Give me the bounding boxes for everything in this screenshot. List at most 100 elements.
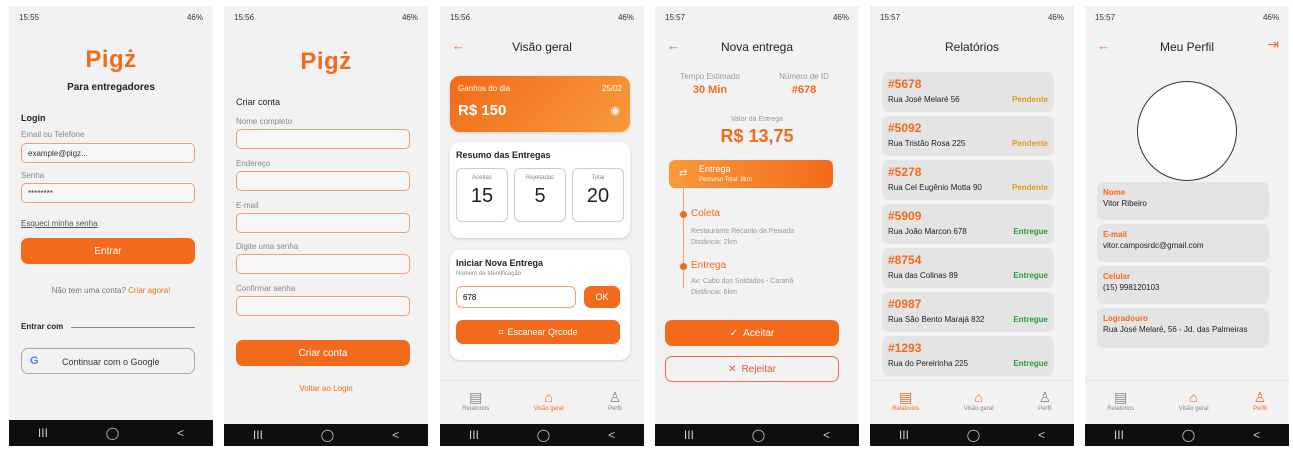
- page-title: Relatórios: [944, 40, 1000, 54]
- status-bar: 15:57 46%: [870, 6, 1074, 28]
- email-label: Email ou Telefone: [21, 130, 85, 139]
- report-id: #5278: [888, 165, 922, 179]
- scan-qrcode-button[interactable]: ⌗ Escanear Qrcode: [456, 320, 620, 344]
- report-row[interactable]: #0987 Rua São Bento Marajá 832 Entregue: [882, 292, 1054, 332]
- back-button[interactable]: <: [823, 428, 830, 442]
- recent-apps-button[interactable]: III: [684, 428, 694, 442]
- status-time: 15:56: [450, 12, 471, 22]
- tab-reports[interactable]: ▤ Relatorios: [462, 390, 489, 412]
- ok-button[interactable]: OK: [584, 286, 620, 308]
- stat-label: Aceitas: [472, 175, 492, 181]
- status-time: 15:57: [665, 12, 686, 22]
- system-nav: III ◯ <: [870, 424, 1074, 446]
- name-field[interactable]: [236, 129, 410, 149]
- eye-icon[interactable]: ◉: [610, 104, 620, 117]
- recent-apps-button[interactable]: III: [899, 428, 909, 442]
- home-button[interactable]: ◯: [752, 428, 765, 442]
- id-label: Número de ID: [779, 72, 829, 81]
- report-row[interactable]: #5909 Rua João Marcon 678 Entregue: [882, 204, 1054, 244]
- password-field[interactable]: [21, 183, 195, 203]
- tab-profile[interactable]: ♙ Perfil: [608, 390, 622, 412]
- reports-icon: ▤: [1114, 388, 1128, 405]
- bike-icon: ⇄: [679, 168, 688, 179]
- report-row[interactable]: #1293 Rua do Pereirinha 225 Entregue: [882, 336, 1054, 376]
- report-status: Pendente: [1011, 95, 1048, 104]
- pickup-dot: [680, 211, 687, 218]
- tab-profile[interactable]: ♙ Perfil: [1038, 390, 1052, 412]
- home-button[interactable]: ◯: [537, 428, 550, 442]
- page-title: Visão geral: [512, 40, 572, 54]
- forgot-password-link[interactable]: Esqueci minha senha: [21, 219, 98, 228]
- delivery-value: R$ 13,75: [720, 126, 794, 146]
- tab-overview[interactable]: ⌂ Visão geral: [1179, 390, 1209, 412]
- back-button[interactable]: <: [392, 428, 399, 442]
- email-field[interactable]: [21, 143, 195, 163]
- report-address: Rua do Pereirinha 225: [888, 359, 969, 368]
- recent-apps-button[interactable]: III: [38, 426, 48, 440]
- back-button[interactable]: <: [1253, 428, 1260, 442]
- summary-card: Resumo das Entregas Aceitas 15 Rejeitada…: [450, 142, 630, 238]
- google-button[interactable]: G Continuar com o Google: [21, 348, 195, 374]
- create-account-title: Criar conta: [236, 97, 281, 107]
- report-id: #1293: [888, 341, 922, 355]
- confirm-password-label: Confirmar senha: [236, 284, 296, 293]
- tab-overview[interactable]: ⌂ Visão geral: [534, 390, 564, 412]
- reject-button[interactable]: ✕ Rejeitar: [665, 356, 839, 382]
- confirm-password-field[interactable]: [236, 296, 410, 316]
- status-battery: 46%: [1262, 12, 1279, 22]
- tab-reports[interactable]: ▤ Relatorios: [892, 390, 919, 412]
- report-id: #5909: [888, 209, 922, 223]
- pickup-address: Restaurante Recanto da Peixada: [691, 228, 795, 235]
- report-status: Entregue: [1013, 271, 1048, 280]
- home-button[interactable]: ◯: [967, 428, 980, 442]
- field-label: Nome: [1103, 188, 1126, 197]
- password-field[interactable]: [236, 254, 410, 274]
- back-button[interactable]: <: [177, 426, 184, 440]
- avatar[interactable]: [1137, 81, 1237, 181]
- reports-screen: 15:57 46% Relatórios #5678 Rua José Mela…: [870, 6, 1074, 446]
- page-title: Meu Perfil: [1159, 40, 1215, 54]
- status-bar: 15:56 46%: [440, 6, 644, 28]
- report-row[interactable]: #5092 Rua Tristão Rosa 225 Pendente: [882, 116, 1054, 156]
- tab-profile[interactable]: ♙ Perfil: [1253, 390, 1267, 412]
- tab-reports[interactable]: ▤ Relatorios: [1107, 390, 1134, 412]
- delivery-id-input[interactable]: [456, 286, 576, 308]
- logout-icon[interactable]: ⇥: [1267, 36, 1279, 53]
- route-banner: ⇄ Entrega Percurso Total: 8km: [669, 160, 833, 188]
- system-nav: III ◯ <: [1085, 424, 1289, 446]
- recent-apps-button[interactable]: III: [1114, 428, 1124, 442]
- signup-screen: 15:56 46% Pigż Criar conta Nome completo…: [224, 6, 428, 446]
- address-field[interactable]: [236, 171, 410, 191]
- home-button[interactable]: ◯: [1182, 428, 1195, 442]
- profile-screen: 15:57 46% ← Meu Perfil ⇥ Nome Vitor Ribe…: [1085, 6, 1289, 446]
- back-button[interactable]: <: [608, 428, 615, 442]
- user-icon: ♙: [1038, 388, 1052, 405]
- check-icon: ✓: [729, 327, 739, 339]
- enter-button[interactable]: Entrar: [21, 238, 195, 264]
- tab-label: Visão geral: [963, 405, 994, 412]
- back-button[interactable]: <: [1038, 428, 1045, 442]
- create-account-button[interactable]: Criar conta: [236, 340, 410, 366]
- status-bar: 15:56 46%: [224, 6, 428, 28]
- report-row[interactable]: #5678 Rua José Melaré 56 Pendente: [882, 72, 1054, 112]
- email-field[interactable]: [236, 213, 410, 233]
- tab-overview[interactable]: ⌂ Visão geral: [964, 390, 994, 412]
- password-label: Senha: [21, 171, 45, 180]
- tab-label: Relatorios: [892, 405, 920, 412]
- create-now-link[interactable]: Criar agora!: [128, 286, 170, 295]
- back-to-login-link[interactable]: Voltar ao Login: [224, 384, 428, 393]
- recent-apps-button[interactable]: III: [469, 428, 479, 442]
- recent-apps-button[interactable]: III: [253, 428, 263, 442]
- home-button[interactable]: ◯: [321, 428, 334, 442]
- status-bar: 15:55 46%: [9, 6, 213, 28]
- reports-icon: ▤: [469, 388, 483, 405]
- summary-title: Resumo das Entregas: [456, 150, 551, 160]
- field-value: Rua José Melaré, 56 - Jd. das Palmeiras: [1103, 325, 1248, 334]
- accept-button[interactable]: ✓ Aceitar: [665, 320, 839, 346]
- report-row[interactable]: #8754 Rua das Colinas 89 Entregue: [882, 248, 1054, 288]
- report-row[interactable]: #5278 Rua Cel Eugênio Motta 90 Pendente: [882, 160, 1054, 200]
- home-button[interactable]: ◯: [106, 426, 119, 440]
- profile-name-field: Nome Vitor Ribeiro: [1097, 182, 1269, 220]
- stat-value: 20: [586, 185, 610, 207]
- tab-label: Visão geral: [1178, 405, 1209, 412]
